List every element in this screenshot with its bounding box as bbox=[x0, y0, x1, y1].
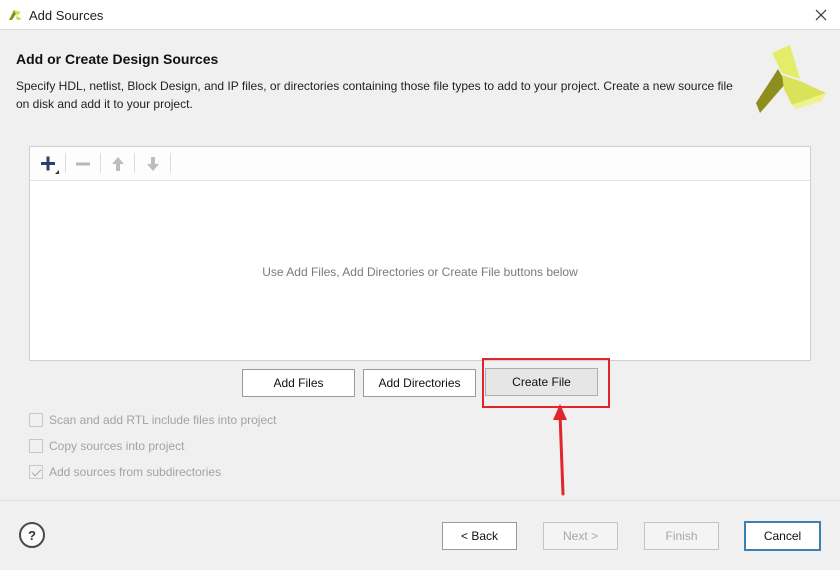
copy-sources-label: Copy sources into project bbox=[49, 439, 185, 453]
help-icon: ? bbox=[28, 527, 36, 543]
scan-rtl-checkbox[interactable] bbox=[29, 413, 43, 427]
sources-toolbar bbox=[30, 147, 810, 181]
add-subdirectories-checkbox[interactable] bbox=[29, 465, 43, 479]
move-down-button[interactable] bbox=[140, 152, 166, 176]
option-copy-sources[interactable]: Copy sources into project bbox=[29, 437, 184, 455]
arrow-down-icon bbox=[147, 157, 159, 171]
back-label: < Back bbox=[460, 529, 499, 543]
close-icon[interactable] bbox=[810, 4, 832, 26]
help-button[interactable]: ? bbox=[19, 522, 45, 548]
add-files-button[interactable]: Add Files bbox=[242, 369, 355, 397]
plus-icon bbox=[41, 156, 59, 174]
cancel-button[interactable]: Cancel bbox=[744, 521, 821, 551]
sources-panel: Use Add Files, Add Directories or Create… bbox=[29, 146, 811, 361]
minus-icon bbox=[76, 162, 90, 166]
wizard-header: Add or Create Design Sources Specify HDL… bbox=[0, 31, 840, 121]
toolbar-separator bbox=[170, 153, 171, 173]
toolbar-separator bbox=[134, 153, 135, 173]
toolbar-separator bbox=[100, 153, 101, 173]
window-title: Add Sources bbox=[29, 8, 104, 23]
page-description: Specify HDL, netlist, Block Design, and … bbox=[16, 79, 733, 111]
add-files-label: Add Files bbox=[273, 376, 324, 390]
page-title: Add or Create Design Sources bbox=[16, 51, 219, 67]
add-sources-button[interactable] bbox=[36, 152, 62, 176]
title-bar: Add Sources bbox=[0, 0, 840, 30]
arrow-up-icon bbox=[112, 157, 124, 171]
vivado-logo-icon bbox=[9, 10, 22, 20]
empty-list-message: Use Add Files, Add Directories or Create… bbox=[262, 265, 578, 279]
vivado-logo-icon bbox=[756, 45, 826, 113]
finish-label: Finish bbox=[665, 529, 698, 543]
back-button[interactable]: < Back bbox=[442, 522, 517, 550]
next-label: Next > bbox=[562, 529, 598, 543]
add-subdirectories-label: Add sources from subdirectories bbox=[49, 465, 222, 479]
copy-sources-checkbox[interactable] bbox=[29, 439, 43, 453]
finish-button[interactable]: Finish bbox=[644, 522, 719, 550]
remove-source-button[interactable] bbox=[70, 152, 96, 176]
add-directories-button[interactable]: Add Directories bbox=[363, 369, 476, 397]
next-button[interactable]: Next > bbox=[543, 522, 618, 550]
option-add-subdirectories[interactable]: Add sources from subdirectories bbox=[29, 463, 221, 481]
cancel-label: Cancel bbox=[763, 529, 802, 543]
footer-divider bbox=[0, 500, 840, 501]
scan-rtl-label: Scan and add RTL include files into proj… bbox=[49, 413, 277, 427]
annotation-arrow bbox=[553, 404, 567, 496]
toolbar-separator bbox=[65, 153, 66, 173]
move-up-button[interactable] bbox=[105, 152, 131, 176]
option-scan-rtl-include[interactable]: Scan and add RTL include files into proj… bbox=[29, 411, 276, 429]
add-directories-label: Add Directories bbox=[378, 376, 461, 390]
